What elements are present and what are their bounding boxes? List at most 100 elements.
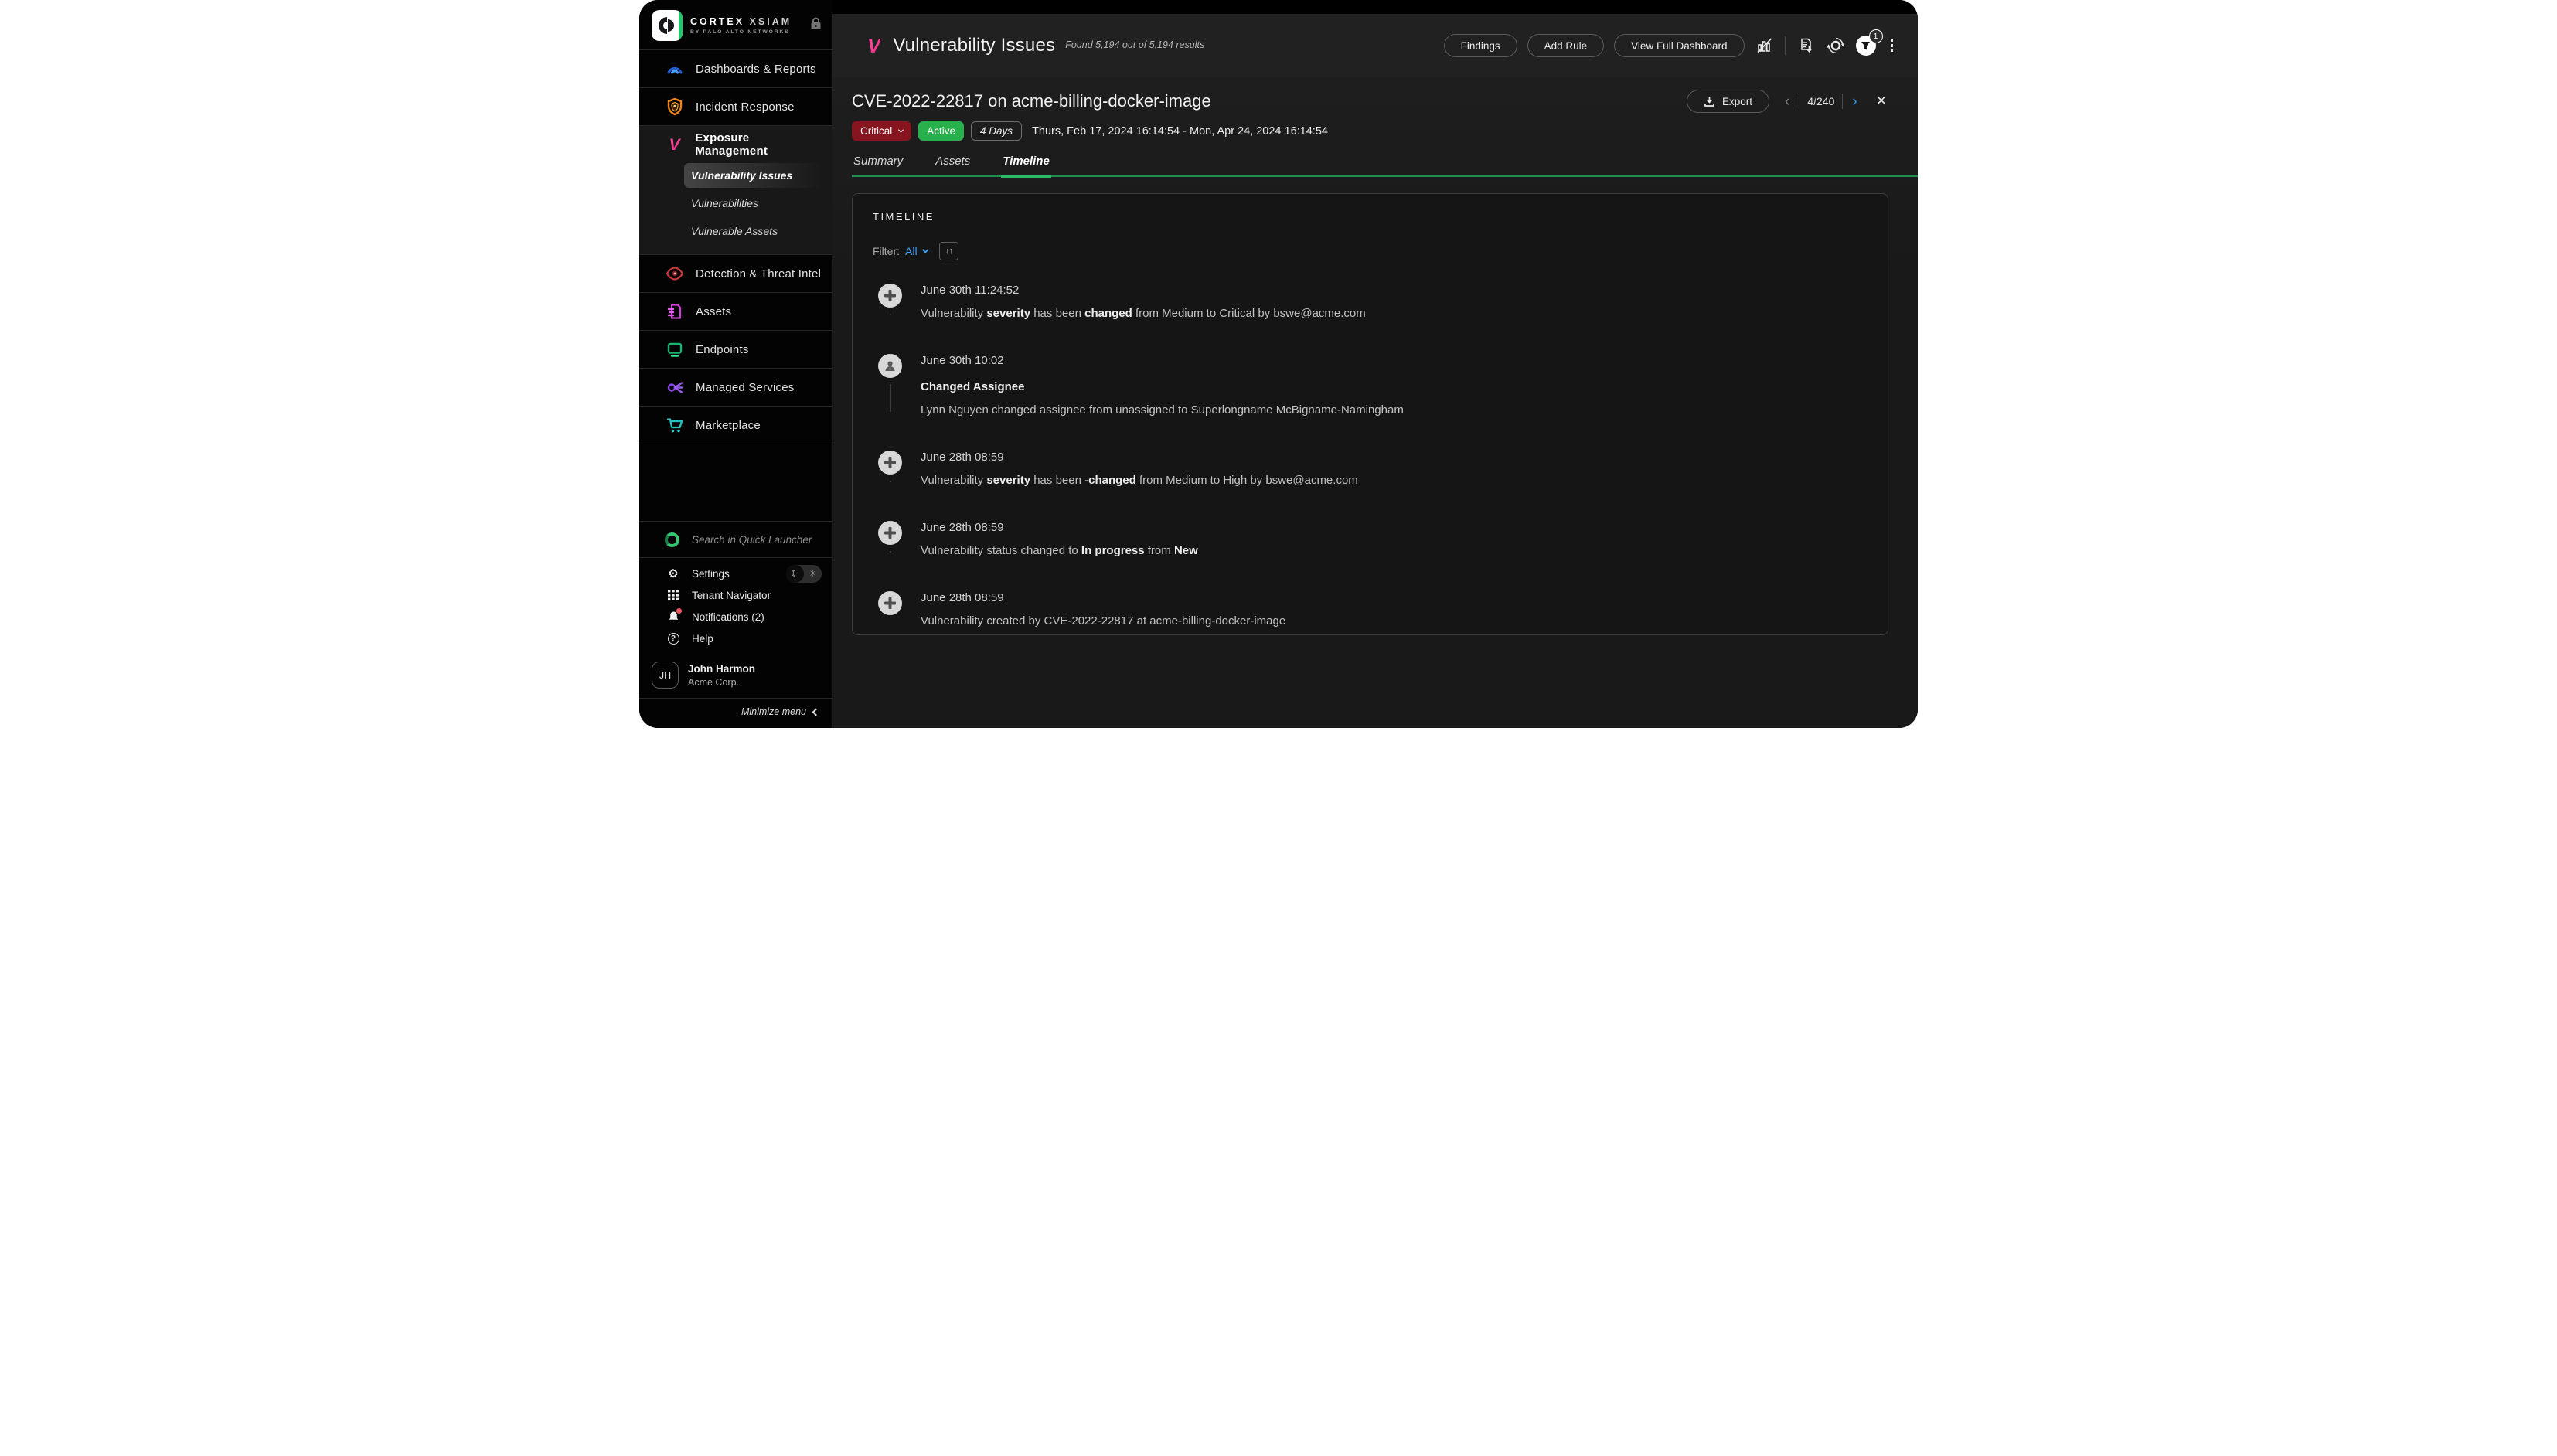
sidebar-utility: ⚙ Settings ☾ ☀ Tenant Navigator Notifica… xyxy=(639,558,832,652)
issue-title: CVE-2022-22817 on acme-billing-docker-im… xyxy=(852,91,1211,111)
chevron-down-icon xyxy=(898,128,904,133)
detection-icon xyxy=(665,264,685,284)
help-icon: ? xyxy=(666,633,680,645)
cortex-logo-icon xyxy=(652,10,683,41)
top-strip xyxy=(832,0,1918,14)
previous-record-icon[interactable]: ‹ xyxy=(1783,94,1791,109)
filter-count-badge: 1 xyxy=(1869,29,1883,43)
quick-launcher-search[interactable]: Search in Quick Launcher xyxy=(639,522,832,557)
filter-label: Filter: xyxy=(873,245,900,257)
sidebar-item-endpoints[interactable]: Endpoints xyxy=(639,331,832,368)
filters-button[interactable]: 1 xyxy=(1856,36,1876,56)
tab-summary[interactable]: Summary xyxy=(852,155,904,175)
plus-icon xyxy=(878,591,902,615)
sidebar-item-help[interactable]: ? Help xyxy=(639,628,832,649)
bell-icon xyxy=(666,611,680,623)
issue-detail-panel: CVE-2022-22817 on acme-billing-docker-im… xyxy=(832,77,1918,728)
timeline-entry-time: June 28th 08:59 xyxy=(921,521,1198,534)
sidebar-item-settings[interactable]: ⚙ Settings ☾ ☀ xyxy=(639,563,832,584)
sidebar-item-tenant-navigator[interactable]: Tenant Navigator xyxy=(639,584,832,606)
assets-icon xyxy=(665,301,685,321)
timeline-entry: June 30th 10:02 Changed Assignee Lynn Nguy… xyxy=(878,354,1868,451)
download-icon xyxy=(1704,96,1715,107)
app-header: V Vulnerability Issues Found 5,194 out o… xyxy=(832,14,1918,77)
brand: CORTEX XSIAM BY PALO ALTO NETWORKS xyxy=(639,0,832,49)
tab-timeline[interactable]: Timeline xyxy=(1001,155,1051,178)
dark-mode-moon-icon[interactable]: ☾ xyxy=(786,565,804,583)
sidebar-item-exposure-management[interactable]: V Exposure Management xyxy=(639,126,832,163)
timeline-entry-body: Vulnerability created by CVE-2022-22817 … xyxy=(921,614,1285,628)
notification-dot xyxy=(676,608,682,614)
sidebar-item-assets[interactable]: Assets xyxy=(639,293,832,330)
chevron-down-icon xyxy=(921,247,928,253)
incident-response-icon xyxy=(665,97,685,117)
endpoints-icon xyxy=(665,339,685,359)
vulnerability-shield-icon: V xyxy=(867,36,880,56)
results-count: Found 5,194 out of 5,194 results xyxy=(1065,39,1204,52)
app-window: CORTEX XSIAM BY PALO ALTO NETWORKS Dashb… xyxy=(639,0,1918,728)
sidebar-item-detection-threat-intel[interactable]: Detection & Threat Intel xyxy=(639,255,832,292)
sidebar-item-vulnerable-assets[interactable]: Vulnerable Assets xyxy=(684,219,823,243)
plus-icon xyxy=(878,521,902,545)
detail-tabs: Summary Assets Timeline xyxy=(852,155,1918,177)
timeline-entry: June 28th 08:59Vulnerability severity ha… xyxy=(878,451,1868,521)
refresh-icon[interactable] xyxy=(1826,36,1846,56)
record-pager: ‹ 4/240 › xyxy=(1783,94,1859,109)
export-button[interactable]: Export xyxy=(1687,90,1769,113)
sidebar-group-exposure-management: V Exposure Management Vulnerability Issu… xyxy=(639,126,832,254)
grid-icon xyxy=(666,590,680,600)
sidebar-item-dashboards-reports[interactable]: Dashboards & Reports xyxy=(639,50,832,87)
close-icon[interactable]: ✕ xyxy=(1873,92,1890,111)
age-badge: 4 Days xyxy=(971,121,1022,141)
divider xyxy=(1785,36,1786,55)
marketplace-icon xyxy=(665,415,685,435)
user-name: John Harmon xyxy=(688,663,755,675)
lock-icon xyxy=(810,17,822,34)
findings-button[interactable]: Findings xyxy=(1444,34,1517,57)
minimize-menu-button[interactable]: Minimize menu xyxy=(639,699,832,728)
exposure-management-icon: V xyxy=(665,134,684,155)
sidebar-item-managed-services[interactable]: Managed Services xyxy=(639,369,832,406)
sidebar-item-vulnerabilities[interactable]: Vulnerabilities xyxy=(684,191,823,216)
timeline-entry-title: Changed Assignee xyxy=(921,380,1404,393)
record-position: 4/240 xyxy=(1807,95,1834,107)
sidebar: CORTEX XSIAM BY PALO ALTO NETWORKS Dashb… xyxy=(639,0,832,728)
report-export-icon[interactable] xyxy=(1796,36,1816,56)
status-badge: Active xyxy=(918,121,964,141)
add-rule-button[interactable]: Add Rule xyxy=(1527,34,1605,57)
person-icon xyxy=(878,354,902,378)
timeline-heading: TIMELINE xyxy=(873,211,1868,223)
more-options-icon[interactable] xyxy=(1886,38,1898,54)
theme-toggle[interactable]: ☾ ☀ xyxy=(786,565,822,583)
timeline-entry-time: June 28th 08:59 xyxy=(921,591,1285,604)
next-record-icon[interactable]: › xyxy=(1851,94,1858,109)
timeline-entry-body: Lynn Nguyen changed assignee from unassi… xyxy=(921,403,1404,417)
dashboards-icon xyxy=(665,59,685,79)
gear-icon: ⚙ xyxy=(666,568,680,580)
timeline-panel: TIMELINE Filter: All ↓↑ June 30th 11:24:… xyxy=(852,193,1888,635)
main-content: V Vulnerability Issues Found 5,194 out o… xyxy=(832,0,1918,728)
sort-order-button[interactable]: ↓↑ xyxy=(939,242,958,260)
sidebar-item-incident-response[interactable]: Incident Response xyxy=(639,88,832,125)
quick-launcher-placeholder: Search in Quick Launcher xyxy=(692,534,812,546)
tab-assets[interactable]: Assets xyxy=(934,155,972,175)
timeline-entry: June 28th 08:59 Vulnerability created by … xyxy=(878,591,1868,628)
timeline-entry-body: Vulnerability status changed to In progr… xyxy=(921,544,1198,557)
brand-subtitle: BY PALO ALTO NETWORKS xyxy=(690,29,807,35)
hide-chart-icon[interactable] xyxy=(1755,36,1775,56)
sidebar-item-notifications[interactable]: Notifications (2) xyxy=(639,606,832,628)
user-profile[interactable]: JH John Harmon Acme Corp. xyxy=(639,652,832,698)
chevron-left-icon xyxy=(812,708,820,716)
page-title: Vulnerability Issues xyxy=(893,35,1055,56)
managed-services-icon xyxy=(665,377,685,397)
timeline-entry-time: June 28th 08:59 xyxy=(921,451,1358,464)
light-mode-sun-icon[interactable]: ☀ xyxy=(804,565,822,583)
timeline-entry: June 28th 08:59 Vulnerability status chan… xyxy=(878,521,1868,591)
view-full-dashboard-button[interactable]: View Full Dashboard xyxy=(1614,34,1744,57)
sidebar-item-marketplace[interactable]: Marketplace xyxy=(639,407,832,444)
timeline-entry-time: June 30th 10:02 xyxy=(921,354,1404,367)
sidebar-item-vulnerability-issues[interactable]: Vulnerability Issues xyxy=(684,163,823,188)
timeline-list: June 30th 11:24:52Vulnerability severity… xyxy=(873,284,1868,628)
severity-badge[interactable]: Critical xyxy=(852,121,911,141)
timeline-filter-select[interactable]: All xyxy=(905,245,928,257)
